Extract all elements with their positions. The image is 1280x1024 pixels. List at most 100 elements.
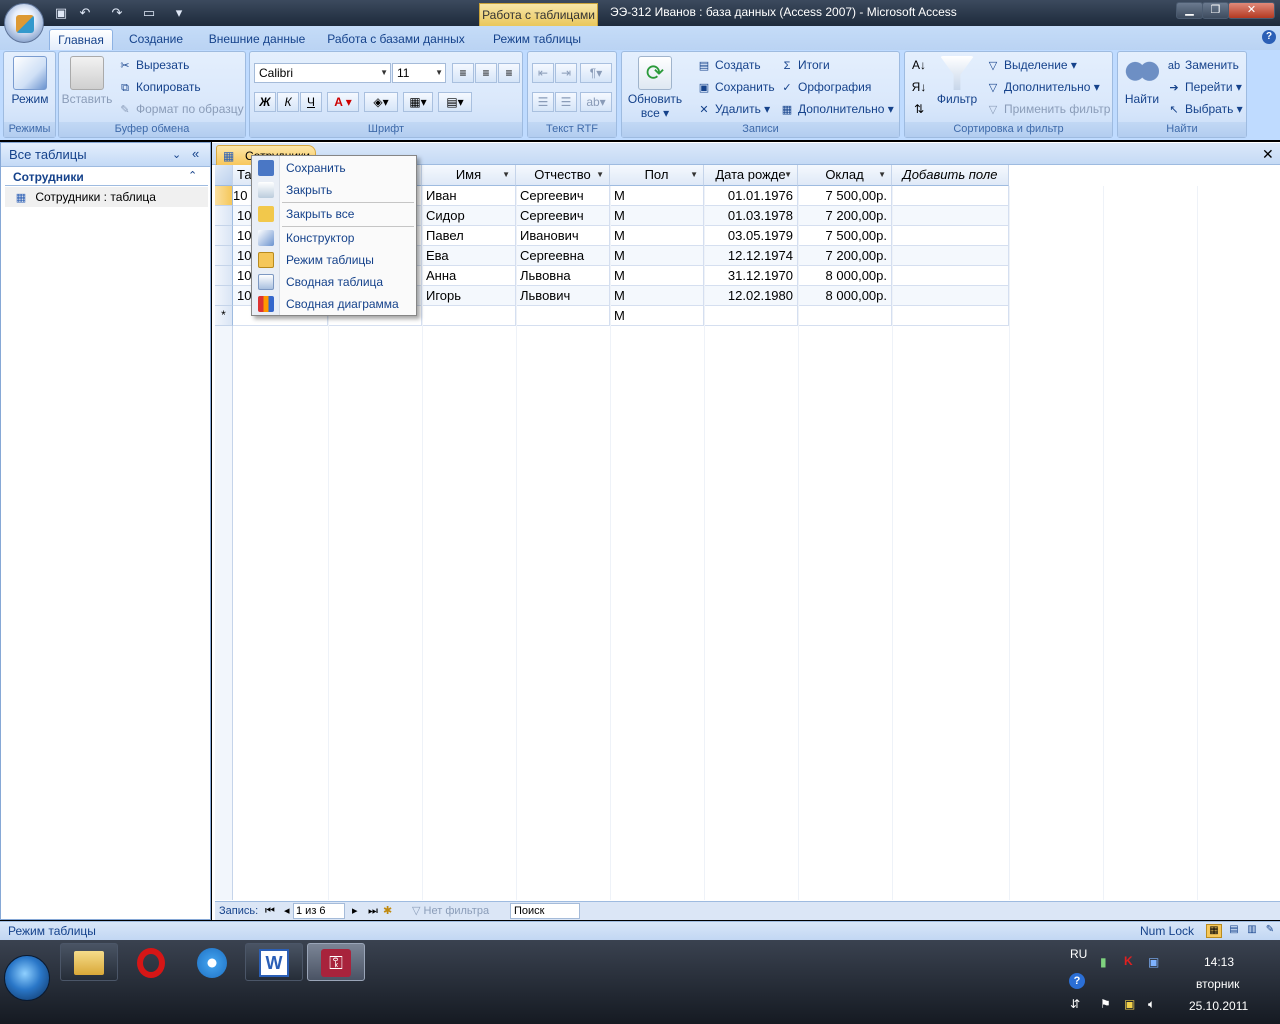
tab-datasheet[interactable]: Режим таблицы [483,29,591,50]
table-cell[interactable]: 01.01.1976 [704,186,798,206]
table-cell[interactable]: 8 000,00р. [798,266,892,286]
table-cell[interactable]: М [610,286,704,306]
column-header-sex[interactable]: Пол ▼ [610,165,704,186]
chevron-down-icon[interactable]: ⌄ [172,148,181,161]
table-cell[interactable]: Ева [422,246,516,266]
row-selector[interactable] [215,186,233,206]
pivot-chart-view-icon[interactable]: ▥ [1244,924,1260,938]
italic-button[interactable]: К [277,92,299,112]
fill-color-icon[interactable]: ◈▾ [364,92,398,112]
bullet-list-icon[interactable]: ☰ [555,92,577,112]
table-cell[interactable]: 8 000,00р. [798,286,892,306]
network-tray-icon[interactable]: ▮ [1100,955,1107,969]
column-header-birthdate[interactable]: Дата рожде ▼ [704,165,798,186]
previous-record-button[interactable]: ◂ [284,902,290,920]
menu-item-save[interactable]: Сохранить [252,157,416,179]
table-cell[interactable] [892,246,1009,266]
row-selector[interactable] [215,206,233,226]
volume-icon[interactable]: 🔈︎ [1148,997,1155,1012]
redo-icon[interactable]: ↷ [108,4,126,22]
align-right-button[interactable]: ≡ [498,63,520,83]
sort-ascending-icon[interactable]: A↓ [909,56,929,76]
spelling-button[interactable]: ✓ Орфография [779,78,871,96]
table-cell[interactable]: 12.02.1980 [704,286,798,306]
format-painter-button[interactable]: ✎ Формат по образцу [117,100,243,118]
column-header-add-field[interactable]: Добавить поле [892,165,1009,186]
word-taskbar-button[interactable]: W [245,943,303,981]
table-cell[interactable]: 7 500,00р. [798,226,892,246]
table-cell[interactable]: М [610,206,704,226]
explorer-taskbar-button[interactable] [60,943,118,981]
underline-button[interactable]: Ч [300,92,322,112]
nav-group-employees[interactable]: Сотрудники [5,168,208,186]
filter-status-button[interactable]: ▽ Нет фильтра [412,902,489,920]
datasheet-view-icon[interactable]: ▦ [1206,924,1222,938]
close-window-button[interactable]: ✕ [1228,2,1275,19]
menu-item-design-view[interactable]: Конструктор [252,227,416,249]
new-record-cell[interactable] [422,306,516,326]
decrease-indent-icon[interactable]: ⇤ [532,63,554,83]
font-color-button[interactable]: A ▾ [327,92,359,112]
align-center-button[interactable]: ≡ [475,63,497,83]
table-cell[interactable]: Павел [422,226,516,246]
table-cell[interactable]: Львовна [516,266,610,286]
increase-indent-icon[interactable]: ⇥ [555,63,577,83]
pivot-table-view-icon[interactable]: ▤ [1226,924,1242,938]
new-record-button[interactable]: ▤ Создать [696,56,761,74]
nav-item-employees-table[interactable]: ▦ Сотрудники : таблица [5,187,208,207]
row-selector[interactable] [215,286,233,306]
search-input[interactable]: Поиск [510,903,580,919]
toggle-filter-button[interactable]: ▽ Применить фильтр [985,100,1111,118]
tab-create[interactable]: Создание [120,29,192,50]
table-cell[interactable]: М [610,246,704,266]
table-cell[interactable]: Сергеевна [516,246,610,266]
record-position-input[interactable]: 1 из 6 [293,903,345,919]
clock-time[interactable]: 14:13 [1204,955,1234,969]
column-header-name[interactable]: Имя ▼ [422,165,516,186]
column-header-patronymic[interactable]: Отчество ▼ [516,165,610,186]
table-cell[interactable] [892,186,1009,206]
column-header-salary[interactable]: Оклад ▼ [798,165,892,186]
table-cell[interactable]: 31.12.1970 [704,266,798,286]
table-cell[interactable] [892,266,1009,286]
antivirus-tray-icon[interactable]: K [1124,954,1133,968]
menu-item-datasheet-view[interactable]: Режим таблицы [252,249,416,271]
paste-button[interactable]: Вставить [61,56,113,106]
paragraph-direction-icon[interactable]: ¶▾ [580,63,612,83]
table-cell[interactable]: Сергеевич [516,186,610,206]
undo-icon[interactable]: ↶ [76,4,94,22]
table-cell[interactable]: Анна [422,266,516,286]
table-cell[interactable]: 7 200,00р. [798,206,892,226]
tab-external-data[interactable]: Внешние данные [202,29,312,50]
close-document-icon[interactable]: ✕ [1262,146,1274,163]
alternate-fill-icon[interactable]: ▤▾ [438,92,472,112]
more-records-button[interactable]: ▦ Дополнительно ▾ [779,100,894,118]
highlight-icon[interactable]: ab▾ [580,92,612,112]
bold-button[interactable]: Ж [254,92,276,112]
collapse-group-icon[interactable]: ⌃ [188,169,197,182]
help-tray-icon[interactable]: ? [1069,973,1085,989]
table-cell[interactable]: М [610,266,704,286]
new-record-marker[interactable]: * [215,306,233,326]
table-cell[interactable]: Сидор [422,206,516,226]
new-record-nav-button[interactable]: ✱ [383,902,392,920]
select-all-corner[interactable] [215,165,233,186]
collapse-pane-icon[interactable]: « [192,146,199,161]
access-taskbar-button[interactable]: ⚿ [307,943,365,981]
save-record-button[interactable]: ▣ Сохранить [696,78,775,96]
font-size-combo[interactable]: 11 ▼ [392,63,446,83]
advanced-filter-button[interactable]: ▽ Дополнительно ▾ [985,78,1100,96]
selection-button[interactable]: ▽ Выделение ▾ [985,56,1077,74]
table-cell[interactable]: 12.12.1974 [704,246,798,266]
replace-button[interactable]: ab Заменить [1166,56,1239,74]
gridlines-icon[interactable]: ▦▾ [403,92,433,112]
filter-button[interactable]: Фильтр [933,56,981,106]
menu-item-close-all[interactable]: Закрыть все [252,203,416,225]
new-record-cell[interactable]: М [610,306,704,326]
table-cell[interactable] [892,286,1009,306]
table-cell[interactable]: Львович [516,286,610,306]
font-name-combo[interactable]: Calibri ▼ [254,63,391,83]
open-folder-icon[interactable]: ▭ [140,4,158,22]
qat-customize-icon[interactable]: ▾ [170,4,188,22]
table-cell[interactable]: Иванович [516,226,610,246]
